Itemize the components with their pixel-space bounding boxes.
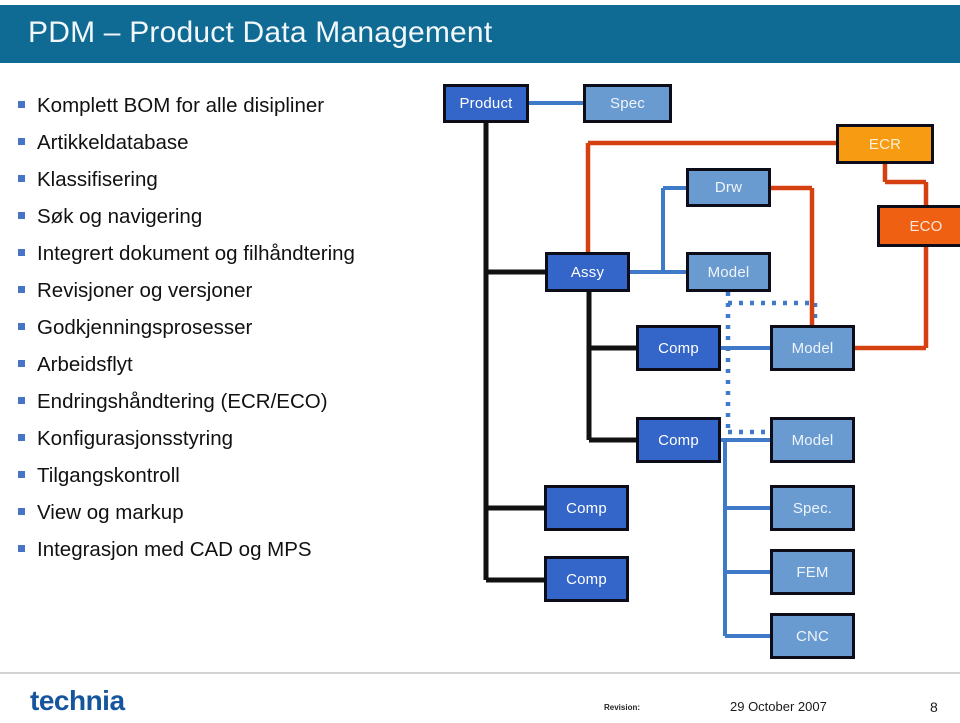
svg-text:technia: technia [30, 686, 125, 716]
square-bullet-icon [18, 508, 25, 515]
list-item-label: Søk og navigering [37, 205, 203, 228]
square-bullet-icon [18, 212, 25, 219]
node-fem[interactable]: FEM [770, 549, 855, 595]
node-comp-2[interactable]: Comp [636, 417, 721, 463]
list-item-label: Artikkeldatabase [37, 131, 189, 154]
square-bullet-icon [18, 249, 25, 256]
list-item: Godkjenningsprosesser [18, 316, 438, 355]
node-spec-bottom[interactable]: Spec. [770, 485, 855, 531]
list-item: Integrasjon med CAD og MPS [18, 538, 438, 577]
list-item-label: Arbeidsflyt [37, 353, 133, 376]
list-item: Artikkeldatabase [18, 131, 438, 170]
list-item-label: Komplett BOM for alle disipliner [37, 94, 325, 117]
list-item-label: Integrasjon med CAD og MPS [37, 538, 312, 561]
technia-logo-mark: technia [30, 685, 126, 716]
list-item-label: Klassifisering [37, 168, 158, 191]
list-item: Komplett BOM for alle disipliner [18, 94, 438, 133]
list-item: Søk og navigering [18, 205, 438, 244]
node-product[interactable]: Product [443, 84, 529, 123]
square-bullet-icon [18, 138, 25, 145]
blue-document-links [529, 101, 770, 638]
page-title: PDM – Product Data Management [28, 16, 493, 49]
node-model-3[interactable]: Model [770, 417, 855, 463]
square-bullet-icon [18, 471, 25, 478]
list-item-label: Konfigurasjonsstyring [37, 427, 233, 450]
node-ecr[interactable]: ECR [836, 124, 934, 164]
node-drw[interactable]: Drw [686, 168, 771, 207]
node-eco[interactable]: ECO [877, 205, 960, 247]
list-item: Konfigurasjonsstyring [18, 427, 438, 466]
technia-logo: technia [30, 685, 170, 716]
list-item: View og markup [18, 501, 438, 540]
square-bullet-icon [18, 434, 25, 441]
list-item: Klassifisering [18, 168, 438, 207]
list-item-label: Revisjoner og versjoner [37, 279, 253, 302]
square-bullet-icon [18, 323, 25, 330]
node-comp-1[interactable]: Comp [636, 325, 721, 371]
square-bullet-icon [18, 360, 25, 367]
list-item-label: View og markup [37, 501, 184, 524]
node-comp-4[interactable]: Comp [544, 556, 629, 602]
bom-tree-links [483, 123, 638, 583]
list-item-label: Endringshåndtering (ECR/ECO) [37, 390, 328, 413]
list-item-label: Tilgangskontroll [37, 464, 180, 487]
square-bullet-icon [18, 397, 25, 404]
list-item: Endringshåndtering (ECR/ECO) [18, 390, 438, 429]
revision-label: Revision: [604, 703, 641, 712]
node-spec-top[interactable]: Spec [583, 84, 672, 123]
list-item-label: Integrert dokument og filhåndtering [37, 242, 355, 265]
list-item: Integrert dokument og filhåndtering [18, 242, 438, 281]
slide-title-bar: PDM – Product Data Management [0, 5, 960, 63]
cad-associativity-links [725, 292, 818, 435]
square-bullet-icon [18, 545, 25, 552]
square-bullet-icon [18, 101, 25, 108]
node-cnc[interactable]: CNC [770, 613, 855, 659]
footer-date: 29 October 2007 [730, 699, 827, 714]
change-management-links [585, 140, 929, 351]
page-number: 8 [930, 699, 938, 715]
footer-divider [0, 672, 960, 674]
square-bullet-icon [18, 175, 25, 182]
list-item: Revisjoner og versjoner [18, 279, 438, 318]
list-item: Tilgangskontroll [18, 464, 438, 503]
node-comp-3[interactable]: Comp [544, 485, 629, 531]
square-bullet-icon [18, 286, 25, 293]
node-model-2[interactable]: Model [770, 325, 855, 371]
list-item: Arbeidsflyt [18, 353, 438, 392]
list-item-label: Godkjenningsprosesser [37, 316, 253, 339]
feature-bullet-list: Komplett BOM for alle disipliner Artikke… [18, 94, 438, 577]
node-assy[interactable]: Assy [545, 252, 630, 292]
node-model-1[interactable]: Model [686, 252, 771, 292]
